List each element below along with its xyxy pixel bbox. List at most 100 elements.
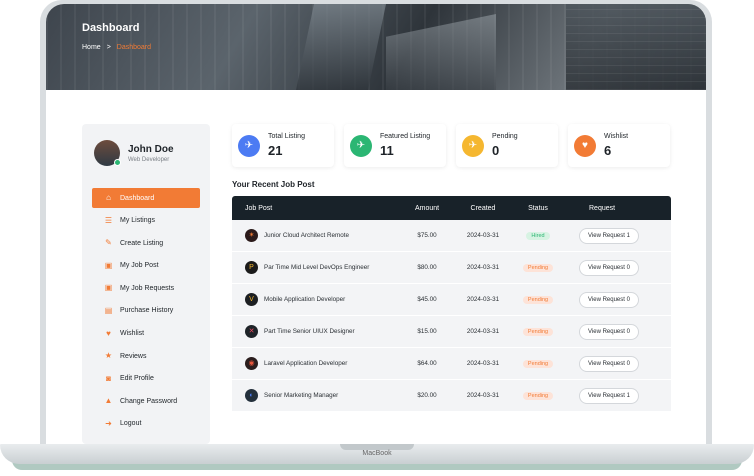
sidebar-item-label: Purchase History	[120, 307, 174, 315]
rocket-icon: ✈	[238, 134, 260, 157]
sidebar: John Doe Web Developer ⌂ Dashboard ☰ My …	[82, 124, 210, 444]
receipt-icon: ▤	[104, 305, 113, 315]
status-badge: Pending	[522, 263, 554, 272]
breadcrumb-home-link[interactable]: Home	[82, 44, 101, 51]
sidebar-item-label: Dashboard	[120, 194, 155, 202]
view-request-button[interactable]: View Request 1	[579, 387, 639, 404]
sidebar-item-purchase-history[interactable]: ▤ Purchase History	[92, 301, 200, 321]
hero-building-image	[386, 14, 496, 90]
status-badge: Pending	[522, 295, 554, 304]
sidebar-item-label: My Job Post	[120, 262, 159, 270]
job-title[interactable]: Laravel Application Developer	[264, 360, 347, 367]
table-row: V Mobile Application Developer $45.00 202…	[232, 284, 671, 316]
stat-value: 0	[492, 143, 500, 158]
job-title[interactable]: Senior Marketing Manager	[264, 392, 338, 399]
stat-label: Wishlist	[604, 133, 629, 140]
view-request-button[interactable]: View Request 0	[579, 259, 639, 276]
sidebar-item-label: Reviews	[120, 352, 147, 360]
job-created: 2024-03-31	[466, 392, 500, 399]
view-request-button[interactable]: View Request 0	[579, 355, 639, 372]
sidebar-item-logout[interactable]: ➜ Logout	[92, 414, 200, 434]
job-title[interactable]: Par Time Mid Level DevOps Engineer	[264, 264, 369, 271]
sidebar-item-label: Logout	[120, 420, 142, 428]
job-amount: $45.00	[417, 296, 437, 303]
company-logo-icon: ✕	[245, 325, 258, 338]
job-title[interactable]: Mobile Application Developer	[264, 296, 345, 303]
rocket-icon: ✈	[350, 134, 372, 157]
status-badge: Pending	[522, 359, 554, 368]
sidebar-item-change-password[interactable]: ▲ Change Password	[92, 391, 200, 411]
stat-label: Pending	[492, 133, 518, 140]
status-badge: Pending	[522, 327, 554, 336]
section-title: Your Recent Job Post	[232, 180, 315, 189]
stat-card-wishlist: ♥ Wishlist 6	[568, 124, 670, 167]
view-request-button[interactable]: View Request 0	[579, 291, 639, 308]
table-row: ◉ Laravel Application Developer $64.00 20…	[232, 348, 671, 380]
sidebar-item-label: My Listings	[120, 217, 156, 225]
table-row: ◐ Senior Marketing Manager $20.00 2024-03…	[232, 380, 671, 412]
job-created: 2024-03-31	[466, 360, 500, 367]
table-row: ✶ Junior Cloud Architect Remote $75.00 20…	[232, 220, 671, 252]
sidebar-item-edit-profile[interactable]: ◙ Edit Profile	[92, 369, 200, 389]
profile-role: Web Developer	[128, 156, 170, 163]
briefcase-icon: ▣	[104, 260, 113, 270]
column-header: Status	[528, 204, 548, 212]
view-request-button[interactable]: View Request 1	[579, 227, 639, 244]
sidebar-item-my-job-requests[interactable]: ▣ My Job Requests	[92, 278, 200, 298]
column-header: Amount	[414, 204, 440, 212]
breadcrumb-separator: >	[106, 44, 111, 51]
stat-value: 21	[268, 143, 283, 158]
column-header: Created	[470, 204, 496, 212]
page-title: Dashboard	[82, 22, 140, 34]
stat-label: Featured Listing	[380, 133, 431, 140]
user-icon: ◙	[106, 373, 111, 383]
sidebar-item-dashboard[interactable]: ⌂ Dashboard	[92, 188, 200, 208]
job-amount: $20.00	[417, 392, 437, 399]
profile-card: John Doe Web Developer	[94, 140, 174, 166]
column-header: Request	[589, 204, 616, 212]
status-badge: Hired	[526, 231, 550, 240]
job-title[interactable]: Junior Cloud Architect Remote	[264, 232, 349, 239]
hero-building-image	[566, 4, 706, 90]
job-created: 2024-03-31	[466, 232, 500, 239]
screen: Dashboard Home > Dashboard John Doe Web …	[46, 4, 706, 444]
job-amount: $15.00	[417, 328, 437, 335]
job-title[interactable]: Part Time Senior UIUX Designer	[264, 328, 355, 335]
job-post-table: Job Post Amount Created Status Request ✶…	[232, 196, 671, 412]
sidebar-item-my-listings[interactable]: ☰ My Listings	[92, 211, 200, 231]
sidebar-item-label: Create Listing	[120, 239, 164, 247]
stat-label: Total Listing	[268, 133, 305, 140]
table-header: Job Post Amount Created Status Request	[232, 196, 671, 220]
job-created: 2024-03-31	[466, 264, 500, 271]
view-request-button[interactable]: View Request 0	[579, 323, 639, 340]
table-row: ✕ Part Time Senior UIUX Designer $15.00 2…	[232, 316, 671, 348]
company-logo-icon: ◉	[245, 357, 258, 370]
breadcrumb: Home > Dashboard	[82, 44, 151, 51]
sidebar-item-label: Wishlist	[120, 330, 145, 338]
stat-card-total-listing: ✈ Total Listing 21	[232, 124, 334, 167]
job-created: 2024-03-31	[466, 296, 500, 303]
rocket-icon: ✈	[462, 134, 484, 157]
profile-name: John Doe	[128, 143, 174, 155]
home-icon: ⌂	[106, 193, 111, 202]
sidebar-item-label: My Job Requests	[120, 284, 175, 292]
stat-value: 6	[604, 143, 612, 158]
heart-icon: ♥	[574, 134, 596, 157]
job-amount: $64.00	[417, 360, 437, 367]
sidebar-item-create-listing[interactable]: ✎ Create Listing	[92, 233, 200, 253]
briefcase-icon: ▣	[104, 283, 113, 293]
status-badge: Pending	[522, 391, 554, 400]
laptop-label: MacBook	[362, 450, 392, 457]
sidebar-item-reviews[interactable]: ★ Reviews	[92, 346, 200, 366]
breadcrumb-current: Dashboard	[116, 44, 152, 51]
company-logo-icon: ◐	[245, 389, 258, 402]
sidebar-item-my-job-post[interactable]: ▣ My Job Post	[92, 256, 200, 276]
sidebar-item-wishlist[interactable]: ♥ Wishlist	[92, 324, 200, 344]
avatar	[94, 140, 121, 166]
hero-building-image	[296, 4, 386, 90]
hero-banner: Dashboard Home > Dashboard	[46, 4, 706, 90]
heart-icon: ♥	[106, 328, 111, 338]
star-icon: ★	[104, 351, 113, 361]
online-status-dot	[114, 159, 121, 166]
stat-value: 11	[380, 143, 394, 158]
